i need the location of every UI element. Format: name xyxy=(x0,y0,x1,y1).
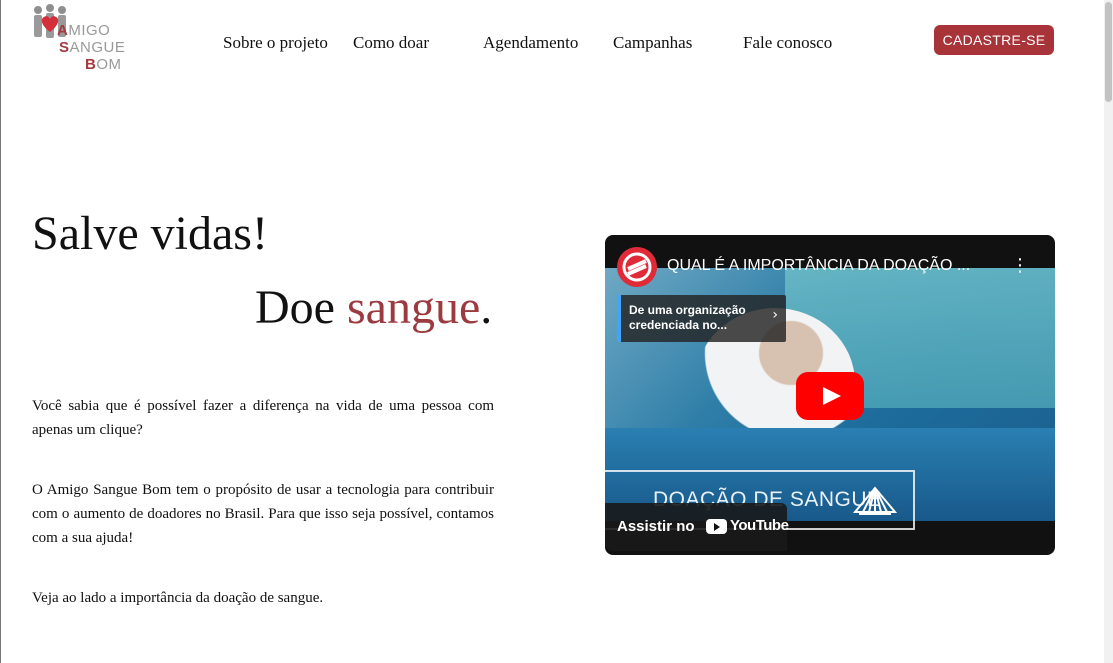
video-title[interactable]: QUAL É A IMPORTÂNCIA DA DOAÇÃO ... xyxy=(667,257,970,275)
info-panel-text: De uma organização credenciada no... xyxy=(629,303,746,332)
nav-como-doar[interactable]: Como doar xyxy=(353,33,429,53)
logo-letter: A xyxy=(57,22,69,39)
info-panel[interactable]: De uma organização credenciada no... › xyxy=(617,295,786,342)
nav-agendamento[interactable]: Agendamento xyxy=(483,33,578,53)
hero-subtitle: Doe sangue. xyxy=(255,280,492,335)
signup-button[interactable]: CADASTRE-SE xyxy=(934,25,1054,55)
channel-avatar-icon[interactable] xyxy=(617,247,657,287)
nav-campanhas[interactable]: Campanhas xyxy=(613,33,692,53)
shell-logo-icon xyxy=(853,486,897,515)
intro-paragraph: Você sabia que é possível fazer a difere… xyxy=(32,398,494,438)
video-hint-paragraph: Veja ao lado a importância da doação de … xyxy=(32,590,324,606)
logo-letter: S xyxy=(59,39,70,56)
logo-word: ANGUE xyxy=(69,39,126,56)
logo-letter: B xyxy=(85,56,97,73)
nav-fale-conosco[interactable]: Fale conosco xyxy=(743,33,832,53)
subtitle-accent: sangue xyxy=(346,281,481,334)
youtube-wordmark: YouTube xyxy=(730,517,789,534)
hero-title: Salve vidas! xyxy=(32,207,268,260)
play-button[interactable] xyxy=(796,372,864,420)
logo-word: OM xyxy=(96,56,122,73)
more-options-icon[interactable]: ⋮ xyxy=(1011,257,1029,275)
subtitle-prefix: Doe xyxy=(255,281,347,334)
youtube-logo-icon: YouTube xyxy=(706,517,789,537)
scrollbar-thumb[interactable] xyxy=(1105,2,1112,102)
site-logo[interactable]: AMIGO SANGUE BOM xyxy=(31,4,135,76)
logo-word: MIGO xyxy=(68,22,111,39)
youtube-video-embed[interactable]: DOAÇÃO DE SANGUE QUAL É A IMPORTÂNCIA DA… xyxy=(605,235,1055,555)
subtitle-suffix: . xyxy=(480,281,493,334)
watch-on-youtube-button[interactable]: Assistir no YouTube xyxy=(605,503,789,551)
purpose-paragraph: O Amigo Sangue Bom tem o propósito de us… xyxy=(32,482,494,546)
page-scrollbar[interactable] xyxy=(1104,0,1113,663)
chevron-right-icon: › xyxy=(772,307,778,323)
nav-sobre-o-projeto[interactable]: Sobre o projeto xyxy=(223,33,328,53)
watch-label: Assistir no xyxy=(617,518,695,535)
